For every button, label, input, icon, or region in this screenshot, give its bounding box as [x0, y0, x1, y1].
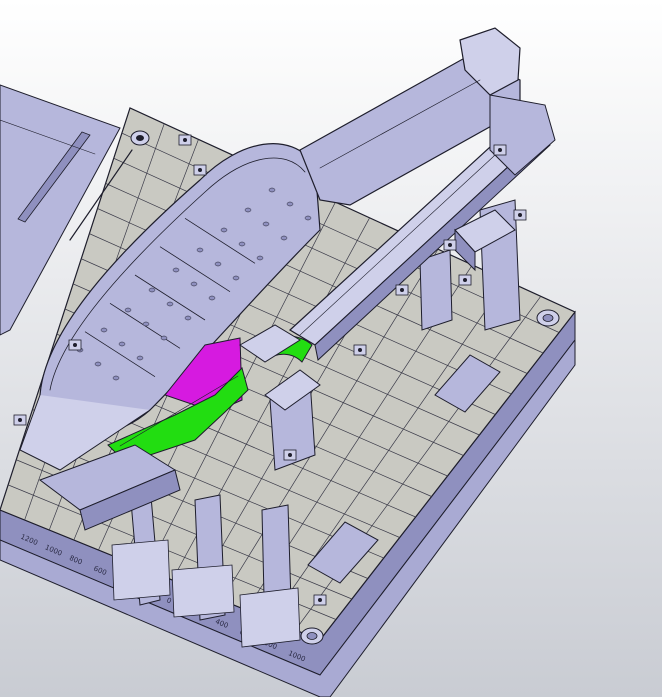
- panel-hole: [160, 335, 168, 341]
- fastener-bolt: [518, 213, 522, 217]
- panel-hole: [94, 361, 102, 367]
- panel-hole: [166, 301, 174, 307]
- panel-hole: [214, 261, 222, 267]
- panel-hole: [190, 281, 198, 287]
- fastener-bolt: [198, 168, 202, 172]
- panel-hole: [280, 235, 288, 241]
- panel-hole: [136, 355, 144, 361]
- panel-hole: [256, 255, 264, 261]
- fastener-bolt: [73, 343, 77, 347]
- column-base-a: [111, 539, 171, 601]
- panel-hole: [220, 227, 228, 233]
- panel-hole: [112, 375, 120, 381]
- panel-hole: [100, 327, 108, 333]
- fastener-bolt: [448, 243, 452, 247]
- column-base-b: [171, 564, 235, 618]
- fastener-bolt: [318, 598, 322, 602]
- fastener-bolt: [400, 288, 404, 292]
- cad-viewport: 1200100080060040020002004006008001000: [0, 0, 662, 697]
- panel-hole: [124, 307, 132, 313]
- panel-hole: [118, 341, 126, 347]
- panel-hole: [196, 247, 204, 253]
- column-base-c: [239, 587, 301, 648]
- fastener-bolt: [18, 418, 22, 422]
- fixture-assembly-drawing: 1200100080060040020002004006008001000: [0, 0, 662, 697]
- panel-hole: [286, 201, 294, 207]
- panel-hole: [208, 295, 216, 301]
- panel-hole: [268, 187, 276, 193]
- fastener-bolt: [358, 348, 362, 352]
- panel-hole: [184, 315, 192, 321]
- fastener-bolt: [288, 453, 292, 457]
- panel-hole: [238, 241, 246, 247]
- panel-hole: [244, 207, 252, 213]
- panel-hole: [232, 275, 240, 281]
- panel-hole: [142, 321, 150, 327]
- fastener-bolt: [498, 148, 502, 152]
- fastener-bolt: [183, 138, 187, 142]
- column-e: [419, 249, 453, 331]
- panel-hole: [148, 287, 156, 293]
- panel-hole: [262, 221, 270, 227]
- panel-hole: [304, 215, 312, 221]
- panel-hole: [172, 267, 180, 273]
- fastener-bolt: [463, 278, 467, 282]
